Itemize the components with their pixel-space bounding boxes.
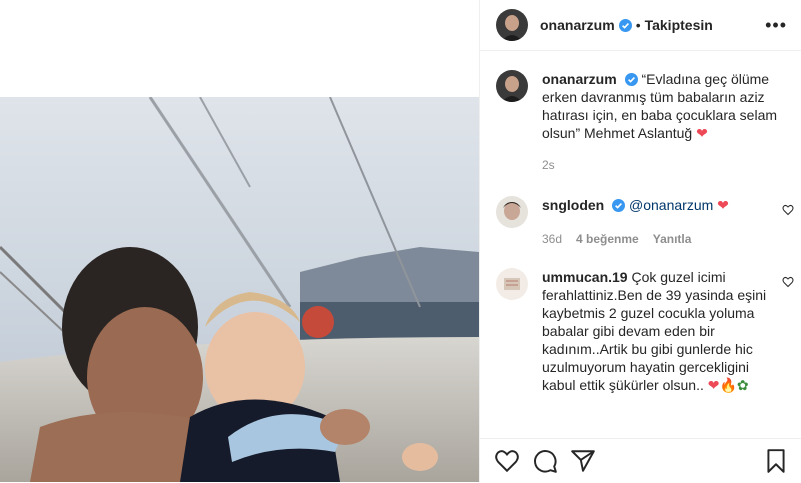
comment-text: Çok guzel icimi ferahlattiniz.Ben de 39 … <box>542 269 767 393</box>
header-separator: • <box>635 17 641 33</box>
post-sidebar: onanarzum • Takiptesin ••• onanarzum “Ev… <box>480 0 801 482</box>
like-icon[interactable] <box>494 448 520 474</box>
verified-icon <box>624 72 638 86</box>
comment-item: sngloden @onanarzum ❤ 36d 4 beğenme Yanı… <box>496 196 794 248</box>
verified-icon <box>612 198 626 212</box>
comment-time[interactable]: 36d <box>542 230 562 248</box>
avatar[interactable] <box>496 268 528 300</box>
more-options-icon[interactable]: ••• <box>765 15 787 36</box>
comment-likes[interactable]: 4 beğenme <box>576 230 639 248</box>
comment-username[interactable]: ummucan.19 <box>542 269 628 285</box>
caption: onanarzum “Evladına geç ölüme erken davr… <box>496 70 786 174</box>
comment-item: ummucan.19 Çok guzel icimi ferahlattiniz… <box>496 268 794 394</box>
comments-list: onanarzum “Evladına geç ölüme erken davr… <box>496 70 794 394</box>
comment-username[interactable]: sngloden <box>542 197 604 213</box>
avatar[interactable] <box>496 196 528 228</box>
caption-username[interactable]: onanarzum <box>542 71 617 87</box>
heart-emoji-icon: ❤ <box>696 125 708 141</box>
photo-panel <box>0 0 480 482</box>
heart-emoji-icon: ❤ <box>717 197 729 213</box>
comment-like-icon[interactable] <box>782 204 794 216</box>
comment-like-icon[interactable] <box>782 276 794 288</box>
header-username[interactable]: onanarzum <box>540 17 615 33</box>
verified-icon <box>618 18 632 32</box>
action-bar <box>480 438 801 483</box>
following-button[interactable]: Takiptesin <box>645 17 713 33</box>
caption-time[interactable]: 2s <box>542 156 555 174</box>
post-photo[interactable] <box>0 97 479 482</box>
avatar[interactable] <box>496 70 528 102</box>
save-icon[interactable] <box>763 448 789 474</box>
reply-button[interactable]: Yanıtla <box>653 230 692 248</box>
comment-icon[interactable] <box>532 448 558 474</box>
post-view: onanarzum • Takiptesin ••• onanarzum “Ev… <box>0 0 801 482</box>
emoji-icons: ❤🔥✿ <box>707 377 749 393</box>
comment-mention[interactable]: @onanarzum <box>629 197 713 213</box>
post-header: onanarzum • Takiptesin ••• <box>480 0 801 51</box>
avatar[interactable] <box>496 9 528 41</box>
share-icon[interactable] <box>570 448 596 474</box>
